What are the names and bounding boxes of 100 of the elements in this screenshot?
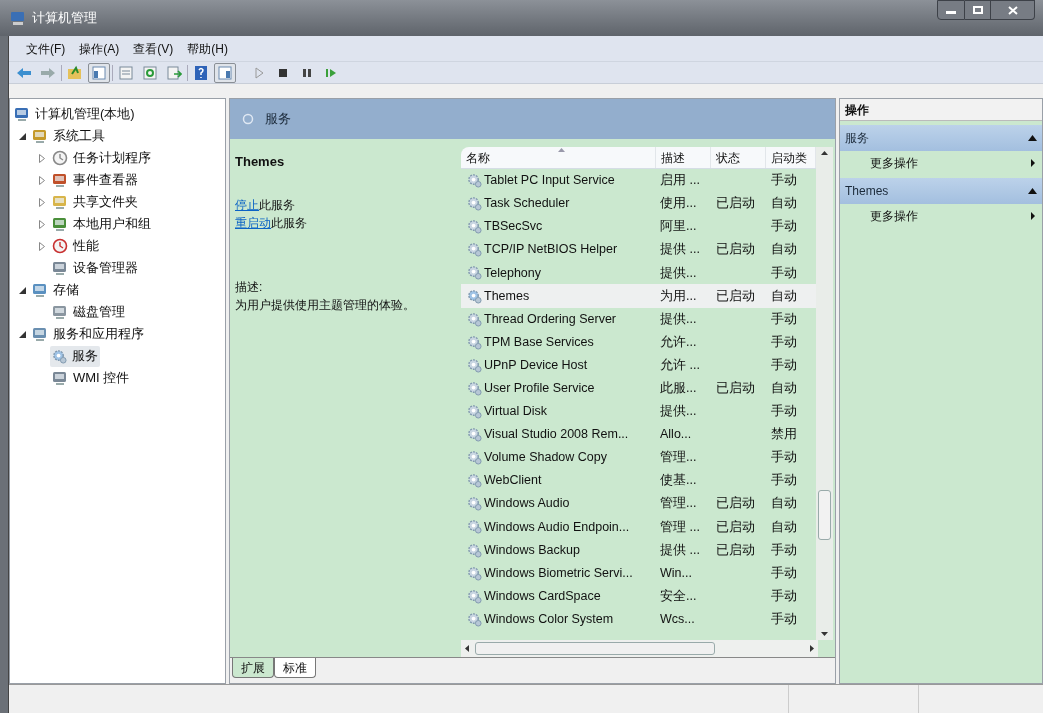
scroll-right-arrow-icon[interactable]	[810, 645, 814, 652]
view-tab[interactable]: 扩展	[232, 658, 274, 678]
status-cell: 已启动	[716, 496, 755, 511]
expanded-arrow-icon[interactable]	[18, 132, 26, 140]
menu-item[interactable]: 操作(A)	[79, 39, 120, 58]
gear-icon	[467, 473, 482, 489]
description-cell: Allo...	[660, 427, 692, 442]
collapse-arrow-icon[interactable]	[1028, 135, 1037, 141]
collapsed-arrow-icon[interactable]	[39, 219, 45, 229]
horizontal-scrollbar[interactable]	[461, 640, 818, 657]
vertical-scrollbar[interactable]	[816, 147, 833, 640]
minimize-button[interactable]	[937, 0, 965, 20]
startup-type-cell: 自动	[771, 242, 797, 257]
tree-item[interactable]: 共享文件夹	[50, 191, 140, 213]
table-row[interactable]: Volume Shadow Copy 管理... 手动	[461, 446, 816, 470]
table-row[interactable]: User Profile Service 此服... 已启动 自动	[461, 376, 816, 400]
gear-icon	[467, 288, 482, 304]
menu-item[interactable]: 帮助(H)	[187, 39, 228, 58]
collapsed-arrow-icon[interactable]	[39, 153, 45, 163]
column-header[interactable]: 描述	[656, 147, 711, 168]
startup-type-cell: 手动	[771, 565, 797, 580]
table-row[interactable]: Telephony 提供... 手动	[461, 261, 816, 285]
column-header[interactable]: 状态	[711, 147, 766, 168]
service-name-cell-text: Visual Studio 2008 Rem...	[484, 426, 629, 444]
action-link[interactable]: 重启动	[235, 215, 271, 230]
tree-item[interactable]: 存储	[30, 279, 81, 301]
tree-item[interactable]: 系统工具	[30, 125, 107, 147]
tree-item[interactable]: 设备管理器	[50, 257, 140, 279]
computer-icon	[14, 106, 30, 122]
service-name-cell-text: UPnP Device Host	[484, 356, 588, 374]
collapsed-arrow-icon[interactable]	[39, 175, 45, 185]
table-row[interactable]: Visual Studio 2008 Rem... Allo... 禁用	[461, 423, 816, 447]
table-row[interactable]: Thread Ordering Server 提供... 手动	[461, 307, 816, 331]
tree-item[interactable]: 服务	[50, 345, 100, 367]
maximize-button[interactable]	[965, 0, 991, 20]
gear-icon	[52, 348, 67, 364]
gear-icon	[467, 219, 482, 235]
tree-item[interactable]: 事件查看器	[50, 169, 140, 191]
table-row[interactable]: UPnP Device Host 允许 ... 手动	[461, 353, 816, 377]
table-row[interactable]: Windows Backup 提供 ... 已启动 手动	[461, 538, 816, 562]
table-row[interactable]: Windows Audio Endpoin... 管理 ... 已启动 自动	[461, 515, 816, 539]
tree-item[interactable]: 性能	[50, 235, 101, 257]
service-name-cell-text: Windows CardSpace	[484, 587, 601, 605]
tree-item[interactable]: 任务计划程序	[50, 147, 153, 169]
table-row[interactable]: Windows CardSpace 安全... 手动	[461, 584, 816, 608]
scroll-left-arrow-icon[interactable]	[465, 645, 469, 652]
service-name-cell-text: Telephony	[484, 264, 541, 282]
menu-item[interactable]: 文件(F)	[26, 39, 66, 58]
table-row[interactable]: WebClient 使基... 手动	[461, 469, 816, 493]
gear-icon	[467, 334, 482, 350]
table-row[interactable]: TPM Base Services 允许... 手动	[461, 330, 816, 354]
tree-item[interactable]: 服务和应用程序	[30, 323, 146, 345]
scroll-thumb[interactable]	[475, 642, 715, 655]
menu-item[interactable]: 查看(V)	[133, 39, 174, 58]
tree-item[interactable]: 磁盘管理	[50, 301, 127, 323]
action-section-header[interactable]: Themes	[840, 178, 1042, 204]
scroll-thumb[interactable]	[818, 490, 831, 540]
table-row[interactable]: Windows Audio 管理... 已启动 自动	[461, 492, 816, 516]
table-row[interactable]: TBSecSvc 阿里... 手动	[461, 215, 816, 239]
startup-type-cell: 自动	[771, 519, 797, 534]
table-row[interactable]: Windows Color System Wcs... 手动	[461, 607, 816, 631]
search-icon	[242, 112, 255, 126]
collapse-arrow-icon[interactable]	[1028, 188, 1037, 194]
collapsed-arrow-icon[interactable]	[39, 197, 45, 207]
console-tree-icon[interactable]	[88, 62, 110, 83]
startup-type-cell: 自动	[771, 496, 797, 511]
description-cell: 提供...	[660, 311, 697, 326]
scroll-up-arrow-icon[interactable]	[821, 151, 828, 155]
gear-icon	[467, 565, 482, 581]
expanded-arrow-icon[interactable]	[18, 330, 26, 338]
table-row[interactable]: Task Scheduler 使用... 已启动 自动	[461, 192, 816, 216]
action-pane-icon[interactable]	[214, 62, 236, 83]
table-row[interactable]: Windows Biometric Servi... Win... 手动	[461, 561, 816, 585]
startup-type-cell: 手动	[771, 542, 797, 557]
action-link[interactable]: 停止	[235, 197, 259, 212]
table-row[interactable]: Themes 为用... 已启动 自动	[461, 284, 816, 308]
service-name: Themes	[235, 153, 285, 171]
scroll-down-arrow-icon[interactable]	[821, 632, 828, 636]
view-tab[interactable]: 标准	[274, 658, 316, 678]
table-row[interactable]: Tablet PC Input Service 启用 ... 手动	[461, 169, 816, 193]
tree-item[interactable]: 本地用户和组	[50, 213, 153, 235]
description-cell: 使用...	[660, 196, 697, 211]
sort-arrow-icon	[558, 148, 565, 152]
submenu-arrow-icon	[1031, 158, 1035, 167]
table-row[interactable]: Virtual Disk 提供... 手动	[461, 399, 816, 424]
action-item[interactable]: 更多操作	[840, 204, 1042, 227]
tree-item[interactable]: WMI 控件	[50, 367, 132, 389]
expanded-arrow-icon[interactable]	[18, 286, 26, 294]
action-item[interactable]: 更多操作	[840, 151, 1042, 174]
gear-icon	[467, 588, 482, 604]
service-name-cell-text: Windows Audio Endpoin...	[484, 518, 630, 536]
collapsed-arrow-icon[interactable]	[39, 241, 45, 251]
startup-type-cell: 手动	[771, 334, 797, 349]
column-header[interactable]: 名称	[461, 147, 656, 168]
startup-type-cell: 手动	[771, 588, 797, 603]
action-section-header[interactable]: 服务	[840, 125, 1042, 151]
window-title: 计算机管理	[32, 9, 97, 28]
table-row[interactable]: TCP/IP NetBIOS Helper 提供 ... 已启动 自动	[461, 238, 816, 262]
tree-item[interactable]: 计算机管理(本地)	[12, 103, 225, 125]
close-button[interactable]	[991, 0, 1035, 20]
